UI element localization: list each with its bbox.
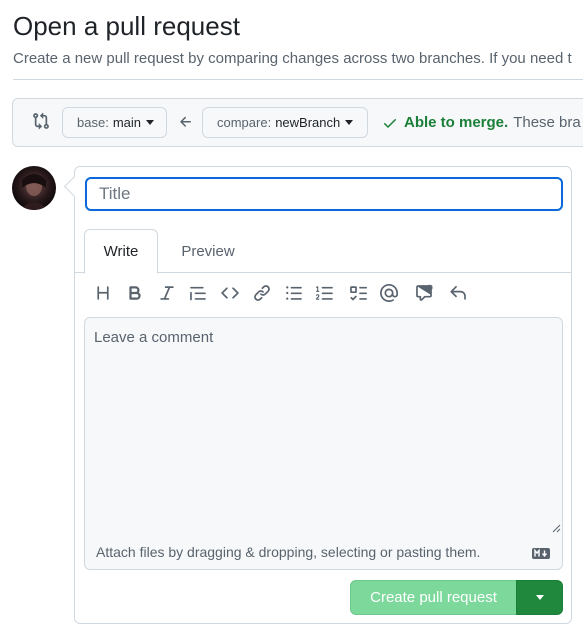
compare-branch-name: newBranch — [275, 115, 341, 130]
header-divider — [13, 79, 583, 80]
markdown-icon[interactable] — [532, 548, 550, 559]
base-branch-select[interactable]: base: main — [62, 107, 167, 138]
page-description: Create a new pull request by comparing c… — [13, 50, 572, 67]
heading-icon[interactable] — [93, 283, 113, 303]
title-input[interactable] — [85, 177, 563, 211]
cross-reference-icon[interactable] — [414, 283, 434, 303]
chevron-down-icon — [535, 595, 544, 600]
create-options-dropdown[interactable] — [516, 580, 563, 615]
link-icon[interactable] — [252, 283, 272, 303]
pull-request-form: Write Preview — [74, 166, 572, 624]
unordered-list-icon[interactable] — [284, 283, 304, 303]
editor-tabs: Write Preview — [75, 229, 571, 274]
branch-range-bar: base: main compare: newBranch Able to me… — [12, 98, 583, 147]
compare-label: compare: — [217, 115, 272, 130]
avatar[interactable] — [12, 166, 56, 210]
compare-branch-select[interactable]: compare: newBranch — [202, 107, 368, 138]
merge-status: Able to merge. These bra — [382, 114, 581, 131]
mention-icon[interactable] — [379, 283, 399, 303]
code-icon[interactable] — [220, 283, 240, 303]
base-branch-name: main — [112, 115, 141, 130]
quote-icon[interactable] — [188, 283, 208, 303]
chevron-down-icon — [146, 120, 154, 125]
check-icon — [384, 118, 396, 128]
attach-hint: Attach files by dragging & dropping, sel… — [96, 544, 481, 560]
resize-handle-icon[interactable] — [552, 524, 561, 533]
page-title: Open a pull request — [13, 11, 240, 41]
comment-textarea[interactable] — [84, 317, 563, 537]
italic-icon[interactable] — [157, 283, 177, 303]
avatar-image — [20, 174, 48, 210]
arrow-left-icon — [180, 116, 191, 127]
tab-write[interactable]: Write — [84, 229, 158, 274]
bold-icon[interactable] — [125, 283, 145, 303]
create-pull-request-button[interactable]: Create pull request — [350, 580, 517, 615]
merge-status-detail: These bra — [513, 114, 581, 131]
tab-preview[interactable]: Preview — [168, 229, 248, 273]
git-compare-icon — [33, 112, 49, 130]
merge-status-label: Able to merge. — [404, 114, 509, 131]
task-list-icon[interactable] — [348, 283, 368, 303]
base-label: base: — [77, 115, 109, 130]
file-attachment-bar[interactable]: Attach files by dragging & dropping, sel… — [84, 536, 563, 570]
ordered-list-icon[interactable] — [315, 283, 335, 303]
undo-icon[interactable] — [448, 283, 468, 303]
chevron-down-icon — [345, 120, 354, 125]
